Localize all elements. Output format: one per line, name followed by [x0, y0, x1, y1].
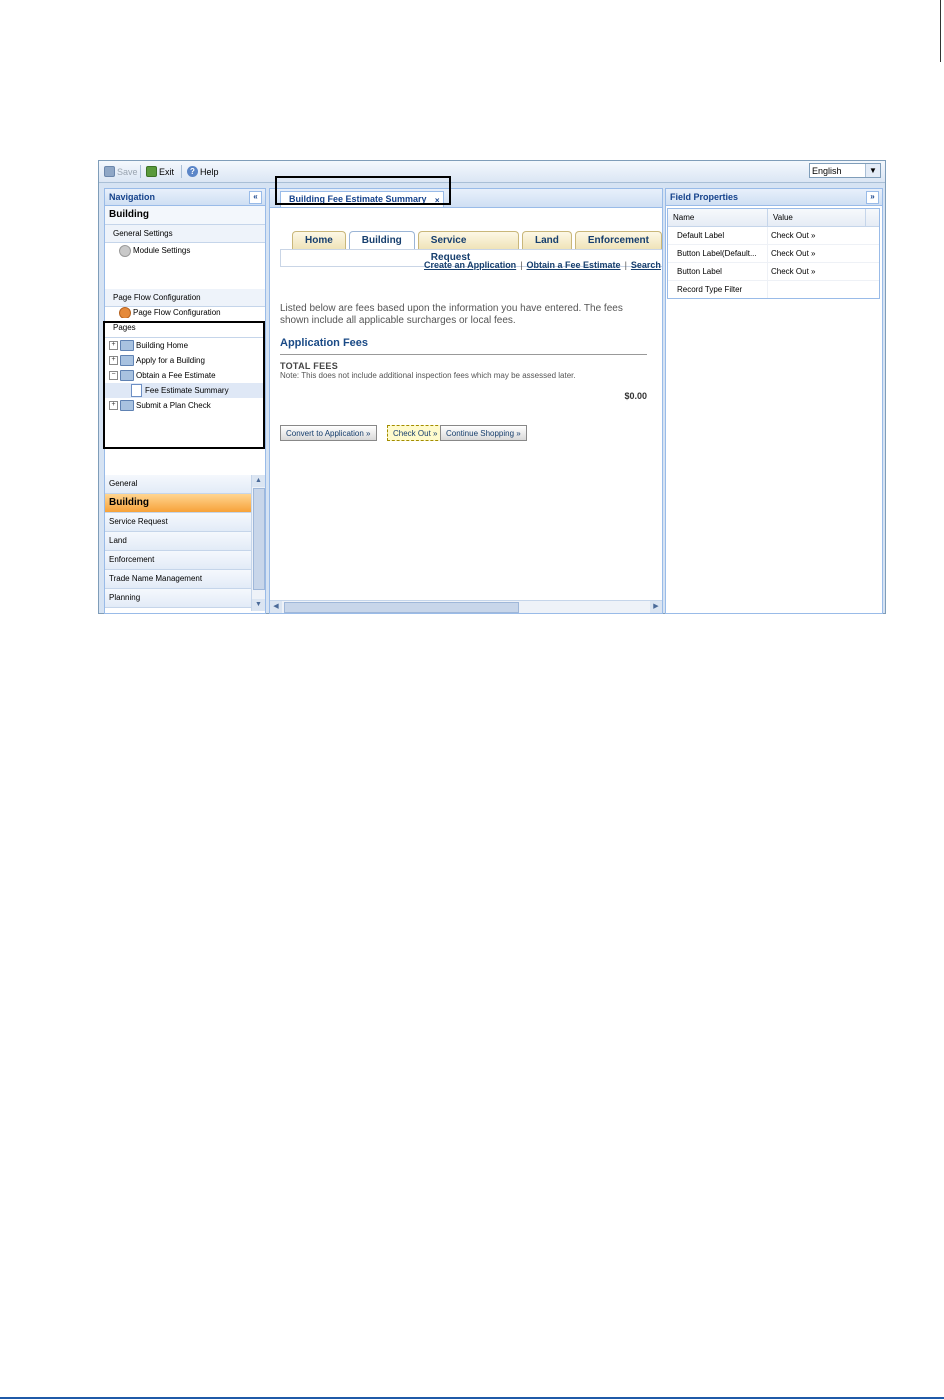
create-application-link[interactable]: Create an Application	[424, 260, 516, 270]
fees-divider	[280, 354, 647, 355]
module-item-land[interactable]: Land	[105, 532, 251, 551]
property-value[interactable]: Check Out »	[768, 263, 866, 280]
module-scrollbar[interactable]: ▲ ▼	[251, 475, 265, 611]
property-value[interactable]: Check Out »	[768, 245, 866, 262]
gear-icon	[119, 244, 131, 257]
column-header-value[interactable]: Value	[768, 209, 866, 226]
page-flow-section[interactable]: Page Flow Configuration	[105, 289, 265, 307]
scroll-up-icon[interactable]: ▲	[252, 475, 265, 487]
tab-land[interactable]: Land	[521, 231, 572, 249]
language-value: English	[812, 166, 842, 176]
obtain-fee-estimate-link[interactable]: Obtain a Fee Estimate	[527, 260, 621, 270]
navigation-title: Navigation	[109, 192, 156, 202]
exit-label: Exit	[159, 166, 175, 177]
chevron-down-icon[interactable]: ▼	[865, 164, 880, 177]
module-item-building[interactable]: Building	[105, 494, 251, 513]
module-item-service-request[interactable]: Service Request	[105, 513, 251, 532]
general-settings-section[interactable]: General Settings	[105, 225, 265, 243]
toolbar: Save Exit ? Help English ▼	[99, 161, 885, 183]
help-button[interactable]: ? Help	[187, 165, 219, 178]
highlight-box-pages	[103, 321, 265, 449]
property-grid-header: Name Value	[668, 209, 879, 227]
scroll-left-icon[interactable]: ◀	[270, 601, 282, 613]
navigation-header: Navigation «	[105, 189, 265, 206]
language-select[interactable]: English ▼	[809, 163, 881, 178]
property-row[interactable]: Default Label Check Out »	[668, 227, 879, 245]
property-value[interactable]	[768, 281, 866, 298]
property-name: Default Label	[668, 227, 768, 244]
toolbar-separator	[181, 165, 182, 178]
center-horizontal-scrollbar[interactable]: ◀ ▶	[270, 600, 662, 613]
row-spacer	[866, 263, 879, 280]
module-accordion: General Building Service Request Land En…	[105, 475, 251, 608]
toolbar-separator	[140, 165, 141, 178]
property-row[interactable]: Record Type Filter	[668, 281, 879, 298]
scroll-thumb[interactable]	[284, 602, 519, 613]
property-name: Record Type Filter	[668, 281, 768, 298]
property-name: Button Label	[668, 263, 768, 280]
module-item-planning[interactable]: Planning	[105, 589, 251, 608]
save-button[interactable]: Save	[104, 165, 138, 178]
property-row[interactable]: Button Label Check Out »	[668, 263, 879, 281]
module-item-enforcement[interactable]: Enforcement	[105, 551, 251, 570]
app-window: Save Exit ? Help English ▼ Navigation « …	[98, 160, 886, 614]
tab-enforcement[interactable]: Enforcement	[574, 231, 662, 249]
exit-button[interactable]: Exit	[146, 165, 174, 178]
row-spacer	[866, 281, 879, 298]
scroll-thumb[interactable]	[253, 488, 265, 590]
property-row[interactable]: Button Label(Default... Check Out »	[668, 245, 879, 263]
convert-to-application-button[interactable]: Convert to Application »	[280, 425, 377, 441]
page-flow-item-label: Page Flow Configuration	[133, 308, 221, 317]
module-settings-label: Module Settings	[133, 246, 191, 255]
page-flow-item[interactable]: Page Flow Configuration	[105, 307, 265, 318]
tab-building[interactable]: Building	[348, 231, 415, 249]
application-fees-title: Application Fees	[280, 337, 369, 349]
site-tabs: Home Building Service Request Land Enfor…	[292, 231, 662, 263]
total-fees-label: TOTAL FEES	[280, 361, 339, 371]
tab-home[interactable]: Home	[292, 231, 346, 249]
help-icon: ?	[187, 166, 198, 177]
save-label: Save	[117, 166, 138, 177]
scroll-right-icon[interactable]: ▶	[650, 601, 662, 613]
highlight-box-tab	[275, 176, 451, 205]
search-link[interactable]: Search	[631, 260, 661, 270]
center-panel: Building Fee Estimate Summary × Home Bui…	[269, 188, 663, 614]
property-grid: Name Value Default Label Check Out » But…	[667, 208, 880, 299]
module-settings-item[interactable]: Module Settings	[105, 243, 265, 258]
sub-navigation-links: Create an Application | Obtain a Fee Estim…	[424, 260, 661, 270]
page-edge-mark	[940, 0, 941, 62]
property-value[interactable]: Check Out »	[768, 227, 866, 244]
scroll-down-icon[interactable]: ▼	[252, 599, 265, 611]
field-properties-title: Field Properties	[670, 192, 739, 202]
expand-right-icon[interactable]: »	[866, 191, 879, 204]
tab-service-request[interactable]: Service Request	[417, 231, 519, 263]
property-name: Button Label(Default...	[668, 245, 768, 262]
help-label: Help	[200, 166, 219, 177]
collapse-left-icon[interactable]: «	[249, 191, 262, 204]
nav-module-title: Building	[105, 206, 265, 225]
column-header-spacer	[866, 209, 879, 226]
continue-shopping-button[interactable]: Continue Shopping »	[440, 425, 527, 441]
check-out-button[interactable]: Check Out »	[387, 425, 444, 441]
link-separator: |	[624, 260, 627, 270]
total-fees-note: Note: This does not include additional i…	[280, 371, 576, 380]
row-spacer	[866, 227, 879, 244]
exit-icon	[146, 166, 157, 177]
field-properties-panel: Field Properties » Name Value Default La…	[665, 188, 883, 614]
intro-text: Listed below are fees based upon the inf…	[280, 303, 623, 326]
field-properties-header: Field Properties »	[666, 189, 882, 206]
column-header-name[interactable]: Name	[668, 209, 768, 226]
total-fees-amount: $0.00	[624, 391, 647, 401]
save-icon	[104, 166, 115, 177]
page-flow-icon	[119, 307, 131, 318]
row-spacer	[866, 245, 879, 262]
link-separator: |	[520, 260, 523, 270]
module-item-trade-name[interactable]: Trade Name Management	[105, 570, 251, 589]
module-item-general[interactable]: General	[105, 475, 251, 494]
page-bottom-rule	[0, 1397, 944, 1399]
